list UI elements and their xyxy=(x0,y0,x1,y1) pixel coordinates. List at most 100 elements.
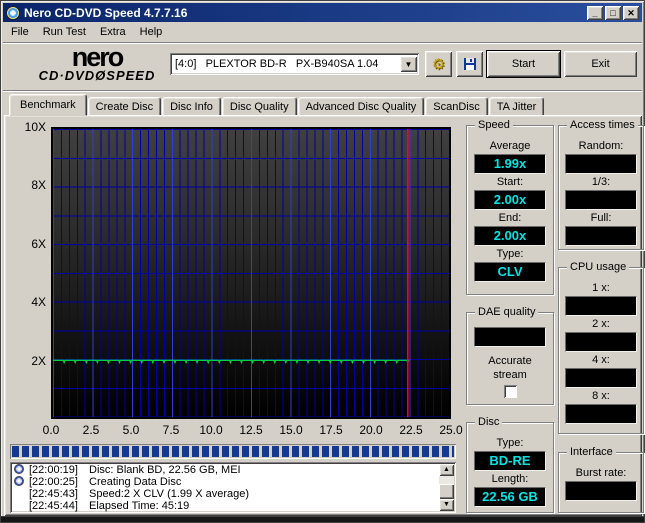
speed-field-label: Type: xyxy=(496,248,524,260)
app-window: { "window": { "title": "Nero CD-DVD Spee… xyxy=(0,0,645,523)
speed-display: 1.99x xyxy=(474,154,546,174)
access_times-field-label: 1/3: xyxy=(591,176,611,188)
access_times-field-label: Random: xyxy=(578,140,624,152)
y-axis-label: 4X xyxy=(31,295,46,310)
log-timestamp: [22:00:19] xyxy=(29,464,78,476)
dae-quality-panel-title: DAE quality xyxy=(475,306,539,318)
cpu_usage-field-label: 4 x: xyxy=(592,354,610,366)
y-axis-label: 8X xyxy=(31,178,46,193)
close-button[interactable]: ✕ xyxy=(623,5,639,20)
y-axis-label: 10X xyxy=(24,120,46,134)
speed-display: 2.00x xyxy=(474,190,546,210)
x-axis-label: 22.5 xyxy=(399,423,423,437)
tab-advanced-disc-quality[interactable]: Advanced Disc Quality xyxy=(297,97,425,116)
progress-bar xyxy=(10,444,456,459)
header-separator xyxy=(3,90,642,92)
disc-icon xyxy=(14,475,24,486)
disc-display: 22.56 GB xyxy=(474,487,546,507)
title-bar[interactable]: Nero CD-DVD Speed 4.7.7.16 _ □ ✕ xyxy=(3,3,642,22)
disc-panel: Disc Type: BD-RE Length: 22.56 GB xyxy=(466,416,554,513)
cdvd-speed-logo-text: CD·DVDØSPEED xyxy=(38,68,156,83)
cpu_usage-field-label: 1 x: xyxy=(592,282,610,294)
options-button[interactable]: ⚙ xyxy=(425,51,452,77)
x-axis-label: 5.0 xyxy=(122,423,140,437)
cpu_usage-field-label: 2 x: xyxy=(592,318,610,330)
speed-field-label: Average xyxy=(489,140,531,152)
drive-select[interactable]: [4:0] PLEXTOR BD-R PX-B940SA 1.04 ▼ xyxy=(170,53,419,75)
y-axis-label: 2X xyxy=(31,353,46,368)
log-entries: [22:00:19] Disc: Blank BD, 22.56 GB, MEI[… xyxy=(14,463,438,512)
x-axis-label: 7.5 xyxy=(162,423,180,437)
log-box[interactable]: [22:00:19] Disc: Blank BD, 22.56 GB, MEI[… xyxy=(10,462,456,513)
accurate-stream-label-1: Accurate xyxy=(488,355,532,367)
speed-field-label: End: xyxy=(498,212,522,224)
log-timestamp: [22:45:43] xyxy=(29,488,78,500)
tab-disc-info[interactable]: Disc Info xyxy=(162,97,221,116)
benchmark-tab-panel: [22:00:19] Disc: Blank BD, 22.56 GB, MEI[… xyxy=(4,115,644,516)
window-title: Nero CD-DVD Speed 4.7.7.16 xyxy=(24,5,188,20)
window-bottom-edge xyxy=(1,516,644,522)
maximize-button[interactable]: □ xyxy=(605,5,621,20)
speed-display: 2.00x xyxy=(474,226,546,246)
interface-panel-title: Interface xyxy=(567,446,616,458)
log-entry: [22:00:19] Disc: Blank BD, 22.56 GB, MEI xyxy=(14,463,438,476)
x-axis-label: 12.5 xyxy=(239,423,263,437)
tab-benchmark[interactable]: Benchmark xyxy=(9,94,87,116)
menu-item-file[interactable]: File xyxy=(4,24,36,40)
speed-panel: Speed Average 1.99x Start: 2.00x End: 2.00x Ty… xyxy=(466,119,554,295)
log-text: Speed:2 X CLV (1.99 X average) xyxy=(89,488,250,500)
x-axis-label: 20.0 xyxy=(359,423,383,437)
save-icon xyxy=(463,58,476,70)
scroll-down-icon[interactable]: ▼ xyxy=(439,499,454,512)
chevron-down-icon[interactable]: ▼ xyxy=(400,56,417,72)
access_times-display xyxy=(565,226,637,246)
save-button[interactable] xyxy=(456,51,483,77)
tab-scandisc[interactable]: ScanDisc xyxy=(425,97,488,116)
log-text: Disc: Blank BD, 22.56 GB, MEI xyxy=(89,464,241,476)
options-icon: ⚙ xyxy=(431,56,446,73)
log-entry: [22:45:44] Elapsed Time: 45:19 xyxy=(14,500,438,512)
disc-display: BD-RE xyxy=(474,451,546,471)
log-entry: [22:45:43] Speed:2 X CLV (1.99 X average) xyxy=(14,488,438,500)
accurate-stream-checkbox[interactable] xyxy=(503,385,517,398)
tab-disc-quality[interactable]: Disc Quality xyxy=(221,97,297,116)
access_times-display xyxy=(565,190,637,210)
y-axis-label: 6X xyxy=(31,236,46,251)
cpu_usage-display xyxy=(565,404,637,424)
nero-logo-text: nero xyxy=(71,42,125,72)
scroll-up-icon[interactable]: ▲ xyxy=(439,464,454,476)
log-text: Creating Data Disc xyxy=(89,476,182,488)
nero-logo: nero CD·DVDØSPEED xyxy=(22,42,172,83)
interface-display xyxy=(565,481,637,501)
scrollbar-thumb[interactable] xyxy=(439,483,454,500)
disc-icon xyxy=(14,463,24,474)
start-button[interactable]: Start xyxy=(486,50,561,78)
tab-ta-jitter[interactable]: TA Jitter xyxy=(488,97,545,116)
cpu-usage-panel: CPU usage 1 x: 2 x: 4 x: 8 x: xyxy=(558,261,644,434)
cpu_usage-display xyxy=(565,296,637,316)
x-axis-label: 10.0 xyxy=(199,423,223,437)
menu-item-run-test[interactable]: Run Test xyxy=(36,24,93,40)
x-axis-label: 25.0 xyxy=(439,423,463,437)
menu-item-extra[interactable]: Extra xyxy=(93,24,133,40)
minimize-button[interactable]: _ xyxy=(587,5,603,20)
header: nero CD·DVDØSPEED [4:0] PLEXTOR BD-R PX-… xyxy=(4,44,641,89)
x-axis-label: 2.5 xyxy=(82,423,100,437)
tab-create-disc[interactable]: Create Disc xyxy=(87,97,162,116)
speed-field-label: Start: xyxy=(496,176,524,188)
access_times-field-label: Full: xyxy=(590,212,612,224)
log-text: Elapsed Time: 45:19 xyxy=(89,500,190,512)
log-scrollbar[interactable]: ▲ ▼ xyxy=(439,464,454,512)
drive-select-value: [4:0] PLEXTOR BD-R PX-B940SA 1.04 xyxy=(175,58,379,70)
log-entry: [22:00:25] Creating Data Disc xyxy=(14,475,438,488)
log-timestamp: [22:45:44] xyxy=(29,500,78,512)
disc-field-label: Length: xyxy=(491,473,529,485)
app-icon xyxy=(6,5,20,20)
speed-panel-title: Speed xyxy=(475,119,513,131)
access_times-display xyxy=(565,154,637,174)
access-times-panel-title: Access times xyxy=(567,119,638,131)
menu-item-help[interactable]: Help xyxy=(133,24,170,40)
dae-quality-display xyxy=(474,327,546,347)
exit-button[interactable]: Exit xyxy=(564,51,637,77)
chart-series xyxy=(53,129,410,417)
